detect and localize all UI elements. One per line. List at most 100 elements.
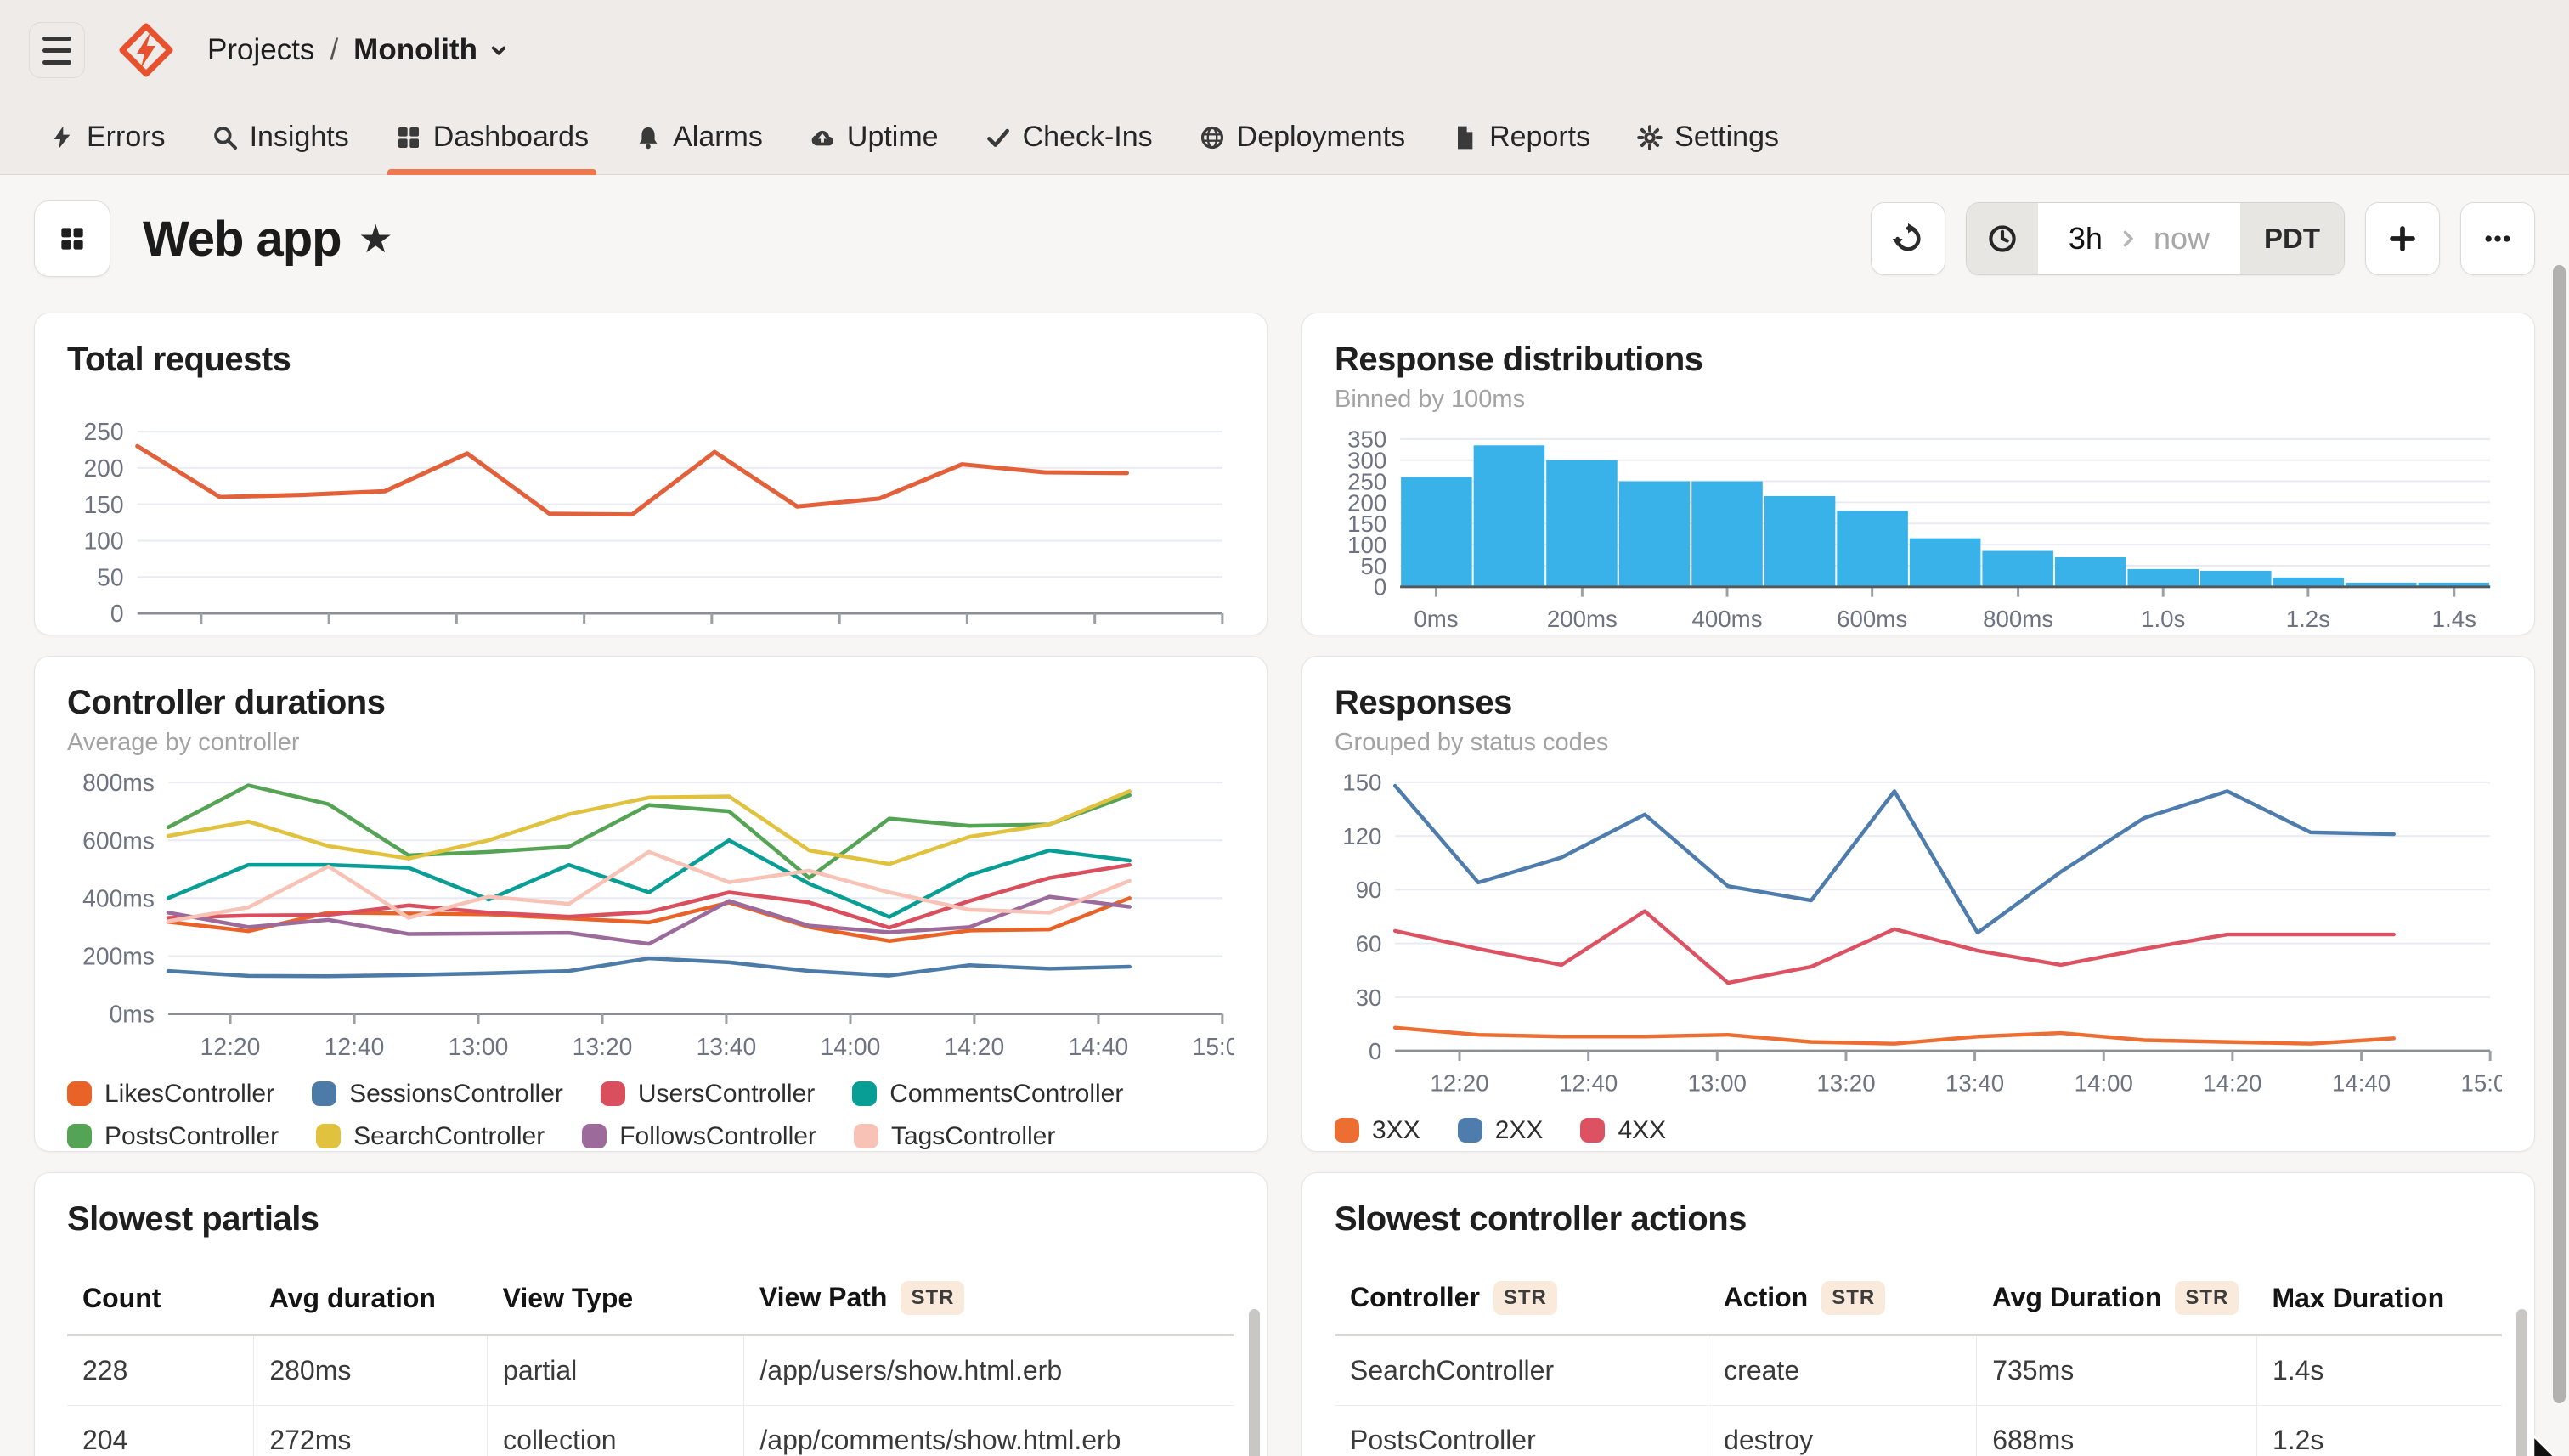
- column-header[interactable]: ActionSTR: [1708, 1261, 1977, 1335]
- table-cell: SearchController: [1335, 1335, 1708, 1406]
- card-title: Slowest partials: [67, 1200, 1234, 1239]
- hamburger-menu-button[interactable]: [29, 22, 85, 78]
- column-header[interactable]: Max Duration: [2256, 1261, 2502, 1335]
- appsignal-logo-icon: [119, 23, 173, 77]
- timezone-segment[interactable]: PDT: [2240, 203, 2344, 274]
- tab-uptime[interactable]: Uptime: [786, 100, 962, 174]
- legend-item[interactable]: LikesController: [67, 1080, 274, 1109]
- chevron-down-icon: [486, 37, 511, 63]
- timezone-label: PDT: [2264, 223, 2320, 255]
- tab-reports[interactable]: Reports: [1428, 100, 1613, 174]
- legend-item[interactable]: 2XX: [1458, 1116, 1544, 1145]
- svg-text:12:20: 12:20: [1430, 1070, 1488, 1097]
- legend-label: SearchController: [353, 1122, 545, 1151]
- svg-text:50: 50: [97, 563, 123, 590]
- globe-icon: [1199, 124, 1226, 151]
- tab-insights[interactable]: Insights: [189, 100, 372, 174]
- appsignal-logo[interactable]: [119, 23, 173, 77]
- tab-deployments[interactable]: Deployments: [1176, 100, 1428, 174]
- legend-item[interactable]: PostsController: [67, 1122, 279, 1151]
- tab-errors[interactable]: Errors: [25, 100, 189, 174]
- legend-item[interactable]: CommentsController: [852, 1080, 1123, 1109]
- page-title: Web app: [143, 211, 342, 268]
- legend-item[interactable]: 4XX: [1580, 1116, 1666, 1145]
- column-header[interactable]: View Type: [488, 1261, 744, 1335]
- time-range-value[interactable]: 3h now: [2038, 203, 2240, 274]
- breadcrumb-projects[interactable]: Projects: [207, 33, 314, 67]
- responses-chart[interactable]: 030609012015012:2012:4013:0013:2013:4014…: [1335, 770, 2502, 1103]
- column-header[interactable]: View PathSTR: [744, 1261, 1234, 1335]
- tab-alarms[interactable]: Alarms: [612, 100, 786, 174]
- legend-label: UsersController: [638, 1080, 815, 1109]
- response-distributions-chart[interactable]: 0501001502002503003500ms200ms400ms600ms8…: [1335, 427, 2502, 635]
- table-scrollbar[interactable]: [2516, 1309, 2527, 1456]
- table-row[interactable]: SearchControllercreate735ms1.4s: [1335, 1335, 2502, 1406]
- svg-text:200ms: 200ms: [82, 942, 155, 969]
- controller-durations-chart[interactable]: 0ms200ms400ms600ms800ms12:2012:4013:0013…: [67, 770, 1234, 1066]
- tab-label: Alarms: [673, 121, 763, 154]
- legend-swatch: [582, 1124, 607, 1148]
- svg-text:14:20: 14:20: [945, 1033, 1005, 1060]
- column-header-label: View Type: [503, 1283, 634, 1313]
- card-slowest-controller-actions: Slowest controller actions ControllerSTR…: [1301, 1172, 2535, 1456]
- column-header[interactable]: Avg duration: [254, 1261, 488, 1335]
- time-range-control[interactable]: 3h now PDT: [1966, 202, 2345, 275]
- legend-item[interactable]: FollowsController: [582, 1122, 816, 1151]
- table-row[interactable]: PostsControllerdestroy688ms1.2s: [1335, 1406, 2502, 1456]
- refresh-button[interactable]: [1871, 202, 1945, 275]
- legend-label: 3XX: [1372, 1116, 1420, 1145]
- table-cell: create: [1708, 1335, 1977, 1406]
- column-header-label: Avg duration: [269, 1283, 436, 1313]
- column-header[interactable]: Count: [67, 1261, 254, 1335]
- card-title: Slowest controller actions: [1335, 1200, 2502, 1239]
- legend-item[interactable]: SearchController: [316, 1122, 545, 1151]
- breadcrumb-separator: /: [330, 33, 338, 67]
- favorite-star-icon[interactable]: ★: [359, 216, 393, 262]
- bolt-icon: [48, 124, 76, 151]
- more-options-button[interactable]: [2460, 202, 2535, 275]
- card-subtitle: Binned by 100ms: [1335, 386, 2502, 414]
- svg-text:13:20: 13:20: [1816, 1070, 1875, 1097]
- legend-item[interactable]: SessionsController: [312, 1080, 563, 1109]
- svg-text:15:00: 15:00: [1193, 632, 1234, 635]
- table-cell: 688ms: [1977, 1406, 2257, 1456]
- tab-check-ins[interactable]: Check-Ins: [962, 100, 1176, 174]
- legend-item[interactable]: 3XX: [1335, 1116, 1420, 1145]
- svg-text:14:00: 14:00: [821, 1033, 881, 1060]
- clock-icon: [1986, 223, 2019, 255]
- legend-label: CommentsController: [889, 1080, 1123, 1109]
- card-subtitle: Average by controller: [67, 729, 1234, 757]
- column-header[interactable]: ControllerSTR: [1335, 1261, 1708, 1335]
- dashboard-toolbar: Web app ★ 3h now: [34, 200, 2535, 277]
- tab-settings[interactable]: Settings: [1613, 100, 1802, 174]
- svg-text:350: 350: [1347, 427, 1386, 453]
- legend-item[interactable]: UsersController: [601, 1080, 815, 1109]
- table-row[interactable]: 204272mscollection/app/comments/show.htm…: [67, 1406, 1234, 1456]
- card-responses: Responses Grouped by status codes 030609…: [1301, 656, 2535, 1152]
- table-cell: 735ms: [1977, 1335, 2257, 1406]
- card-total-requests: Total requests 05010015020025012:2012:40…: [34, 313, 1268, 635]
- card-title: Total requests: [67, 341, 1234, 379]
- svg-text:13:00: 13:00: [1688, 1070, 1747, 1097]
- legend-swatch: [1580, 1118, 1605, 1143]
- dashboard-picker-button[interactable]: [34, 200, 110, 277]
- legend-label: SessionsController: [349, 1080, 563, 1109]
- svg-text:0ms: 0ms: [1414, 606, 1458, 632]
- breadcrumb-project-name[interactable]: Monolith: [353, 33, 477, 67]
- dashboard-grid: Total requests 05010015020025012:2012:40…: [34, 313, 2535, 1456]
- legend-item[interactable]: TagsController: [854, 1122, 1055, 1151]
- table-row[interactable]: 228280mspartial/app/users/show.html.erb: [67, 1335, 1234, 1406]
- add-dashboard-button[interactable]: [2365, 202, 2440, 275]
- total-requests-chart[interactable]: 05010015020025012:2012:4013:0013:2013:40…: [67, 420, 1234, 635]
- legend-label: FollowsController: [619, 1122, 816, 1151]
- svg-text:1.0s: 1.0s: [2141, 606, 2185, 632]
- column-header[interactable]: Avg DurationSTR: [1977, 1261, 2257, 1335]
- page-scrollbar[interactable]: [2553, 265, 2566, 1403]
- tab-bar: Errors Insights Dashboards Alarms: [0, 100, 2569, 175]
- table-scrollbar[interactable]: [1249, 1309, 1260, 1456]
- legend-label: 4XX: [1618, 1116, 1666, 1145]
- time-range-clock-segment[interactable]: [1967, 203, 2038, 274]
- svg-text:90: 90: [1356, 877, 1382, 903]
- tab-dashboards[interactable]: Dashboards: [372, 100, 612, 174]
- svg-text:14:00: 14:00: [810, 632, 870, 635]
